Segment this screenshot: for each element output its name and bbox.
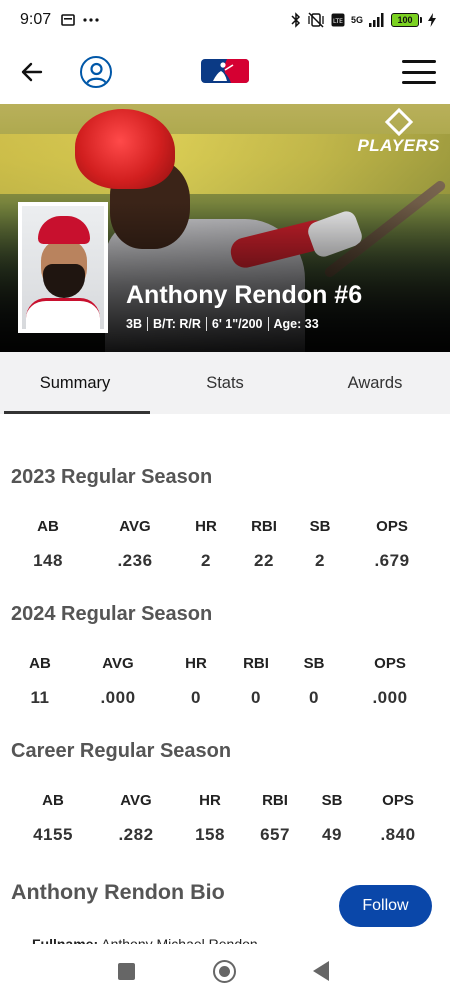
svg-text:LTE: LTE <box>333 18 343 25</box>
diamond-icon <box>384 107 413 137</box>
charging-icon <box>428 13 436 27</box>
tab-awards[interactable]: Awards <box>300 352 450 414</box>
stat-header-ab: AB <box>29 655 51 672</box>
season-title-2024: 2024 Regular Season <box>11 603 213 625</box>
signal-icon <box>369 13 384 27</box>
player-name: Anthony Rendon #6 <box>126 281 363 309</box>
stat-value-ops: .679 <box>374 551 410 570</box>
stat-header-sb: SB <box>309 518 331 535</box>
players-logo: PLAYERS <box>357 107 440 156</box>
stat-header-ops: OPS <box>374 655 406 672</box>
player-age: Age: 33 <box>273 317 319 331</box>
hamburger-menu-icon <box>402 60 436 63</box>
player-position: 3B <box>126 317 142 331</box>
status-time: 9:07 <box>20 11 52 28</box>
home-icon[interactable] <box>213 960 236 983</box>
volte-icon: LTE <box>331 13 345 27</box>
more-dots-icon <box>83 18 99 22</box>
stat-value-avg: .282 <box>118 825 154 844</box>
network-type: 5G <box>350 15 363 25</box>
battery-level: 100 <box>391 13 419 27</box>
back-button[interactable] <box>18 58 46 86</box>
stat-value-ops: .000 <box>372 688 408 707</box>
vibrate-off-icon <box>308 12 324 28</box>
stat-value-ab: 4155 <box>33 825 73 844</box>
system-nav-bar <box>0 944 450 1000</box>
stat-header-ops: OPS <box>382 792 414 809</box>
player-meta: 3B B/T: R/R 6' 1"/200 Age: 33 <box>126 317 319 331</box>
stat-value-ab: 11 <box>30 688 50 707</box>
season-title-2023: 2023 Regular Season <box>11 466 213 488</box>
profile-button[interactable] <box>80 56 112 88</box>
stat-header-ab: AB <box>37 518 59 535</box>
stat-value-avg: .236 <box>117 551 153 570</box>
stat-value-sb: 0 <box>309 688 319 707</box>
screen-icon <box>61 14 75 26</box>
stat-header-avg: AVG <box>102 655 134 672</box>
app-bar <box>0 40 450 104</box>
back-arrow-icon <box>21 62 43 82</box>
stat-value-avg: .000 <box>100 688 136 707</box>
stat-header-sb: SB <box>303 655 325 672</box>
battery-icon: 100 <box>391 13 422 27</box>
tab-stats[interactable]: Stats <box>150 352 300 414</box>
player-height-weight: 6' 1"/200 <box>211 317 263 331</box>
summary-content: 2023 Regular Season AB AVG HR RBI SB OPS… <box>0 414 450 948</box>
bio-title: Anthony Rendon Bio <box>11 880 225 904</box>
mlb-logo[interactable] <box>201 59 249 83</box>
follow-button[interactable]: Follow <box>339 885 432 927</box>
stat-header-ops: OPS <box>376 518 408 535</box>
divider <box>146 317 148 331</box>
divider <box>205 317 207 331</box>
recent-apps-icon[interactable] <box>118 963 135 980</box>
divider <box>267 317 269 331</box>
stat-header-ab: AB <box>42 792 64 809</box>
stat-value-sb: 2 <box>315 551 325 570</box>
player-headshot <box>18 202 108 333</box>
stat-value-ab: 148 <box>33 551 63 570</box>
stat-value-ops: .840 <box>380 825 416 844</box>
tab-bar: Summary Stats Awards <box>0 352 450 414</box>
back-triangle-icon[interactable] <box>313 961 329 981</box>
stat-header-avg: AVG <box>119 518 151 535</box>
tab-summary[interactable]: Summary <box>0 352 150 414</box>
status-bar: 9:07 LTE 5G 100 <box>0 0 450 40</box>
player-bats-throws: B/T: R/R <box>152 317 201 331</box>
bluetooth-icon <box>291 12 301 28</box>
stat-header-avg: AVG <box>120 792 152 809</box>
profile-icon <box>85 62 107 84</box>
season-title-career: Career Regular Season <box>11 740 232 762</box>
hamburger-menu-button[interactable] <box>402 60 436 84</box>
